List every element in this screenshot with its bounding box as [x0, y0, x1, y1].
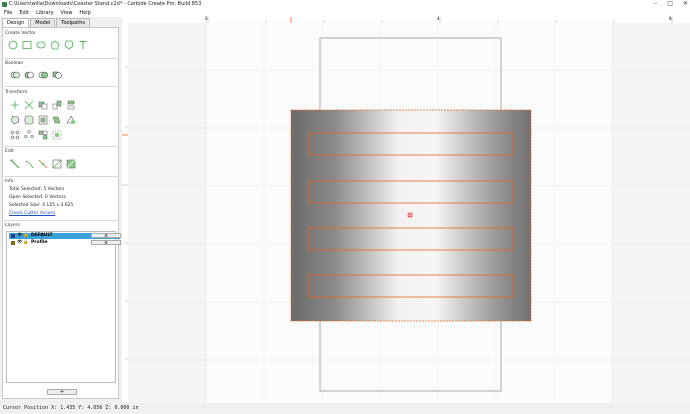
canvas-drawing [128, 23, 690, 403]
design-panel: Create Vector Boolean Transform Edit Inf… [2, 27, 121, 399]
bend-icon[interactable] [66, 115, 76, 125]
menu-edit[interactable]: Edit [19, 9, 29, 17]
section-transform: Transform [5, 90, 28, 95]
layer-settings-button[interactable]: ⚙ [91, 233, 121, 238]
section-boolean: Boolean [5, 61, 24, 66]
tab-design[interactable]: Design [2, 18, 30, 27]
join-icon[interactable] [38, 159, 48, 169]
boolean-subtract-icon[interactable] [24, 70, 34, 80]
tab-model[interactable]: Model [30, 18, 56, 27]
layer-name: Profile [31, 240, 48, 245]
nest-icon[interactable] [38, 130, 48, 140]
trim-icon[interactable] [24, 159, 34, 169]
app-icon [2, 2, 7, 7]
add-layer-button[interactable]: + [47, 389, 77, 395]
move-icon[interactable] [10, 100, 20, 110]
info-open-selected: Open Selected: 0 Vectors [9, 195, 66, 200]
rotate-icon[interactable] [38, 100, 48, 110]
array-icon[interactable] [10, 130, 20, 140]
design-canvas[interactable] [128, 23, 690, 403]
status-bar: Cursor Position X: 1.435 Y: 4.056 Z: 0.0… [0, 404, 690, 414]
ellipse-tool-icon[interactable] [36, 40, 46, 50]
menu-view[interactable]: View [61, 9, 73, 17]
layer-row-default[interactable]: 👁 🔒 DEFAULT ⚙ [9, 233, 121, 239]
ruler-label: 4 [437, 16, 440, 21]
group-icon[interactable] [52, 130, 62, 140]
layer-name: DEFAULT [31, 233, 53, 238]
check-cutter-access-link[interactable]: Check Cutter Access [9, 211, 55, 216]
node-edit-icon[interactable] [10, 159, 20, 169]
fillet-icon[interactable] [24, 115, 34, 125]
boolean-intersect-icon[interactable] [38, 70, 48, 80]
close-icon[interactable]: ✕ [683, 0, 688, 9]
eye-icon[interactable]: 👁 [17, 233, 23, 239]
layer-color-swatch[interactable] [11, 241, 15, 245]
cursor-position: Cursor Position X: 1.435 Y: 4.056 Z: 0.0… [3, 405, 139, 411]
lock-icon[interactable]: 🔒 [23, 240, 29, 246]
ruler-label: 0 [205, 16, 208, 21]
info-total-selected: Total Selected: 5 Vectors [9, 187, 65, 192]
tab-toolpaths[interactable]: Toolpaths [56, 18, 90, 27]
close-vector-icon[interactable] [52, 159, 62, 169]
polygon-tool-icon[interactable] [50, 40, 60, 50]
boolean-union-icon[interactable] [10, 70, 20, 80]
layer-row-profile[interactable]: 👁 🔒 Profile ⚙ [9, 240, 121, 246]
align-icon[interactable] [66, 100, 76, 110]
offset-icon[interactable] [10, 115, 20, 125]
title-bar: C:\Users\willa\Downloads\Coaster Stand.c… [0, 0, 690, 9]
mirror-icon[interactable] [52, 100, 62, 110]
maximize-icon[interactable]: □ [667, 0, 673, 9]
ruler-label: 8 [669, 16, 672, 21]
section-info: Info [5, 179, 14, 184]
rectangle-tool-icon[interactable] [22, 40, 32, 50]
menu-help[interactable]: Help [79, 9, 90, 17]
scale-icon[interactable] [24, 100, 34, 110]
main-tabs: Design Model Toolpaths [2, 18, 91, 27]
layer-color-swatch[interactable] [11, 234, 15, 238]
layer-settings-button[interactable]: ⚙ [91, 240, 121, 245]
layers-list: 👁 🔒 DEFAULT ⚙ 👁 🔒 Profile ⚙ [6, 231, 121, 383]
window-title: C:\Users\willa\Downloads\Coaster Stand.c… [9, 1, 202, 7]
eye-icon[interactable]: 👁 [17, 240, 23, 246]
menu-library[interactable]: Library [36, 9, 53, 17]
section-layers: Layers [5, 223, 20, 228]
minimize-icon[interactable]: – [654, 0, 657, 9]
boolean-weld-icon[interactable] [52, 70, 62, 80]
circular-array-icon[interactable] [24, 130, 34, 140]
section-create-vector: Create Vector [5, 31, 36, 36]
shear-icon[interactable] [52, 115, 62, 125]
text-tool-icon[interactable] [78, 40, 88, 50]
menu-bar: File Edit Library View Help [0, 9, 690, 17]
lock-icon[interactable]: 🔒 [23, 233, 29, 239]
circle-tool-icon[interactable] [8, 40, 18, 50]
outline-icon[interactable] [38, 115, 48, 125]
tangent-icon[interactable] [66, 159, 76, 169]
section-edit: Edit [5, 149, 14, 154]
info-selected-size: Selected Size: 4.125 x 3.625 [9, 203, 74, 208]
polyline-tool-icon[interactable] [64, 40, 74, 50]
menu-file[interactable]: File [4, 9, 12, 17]
